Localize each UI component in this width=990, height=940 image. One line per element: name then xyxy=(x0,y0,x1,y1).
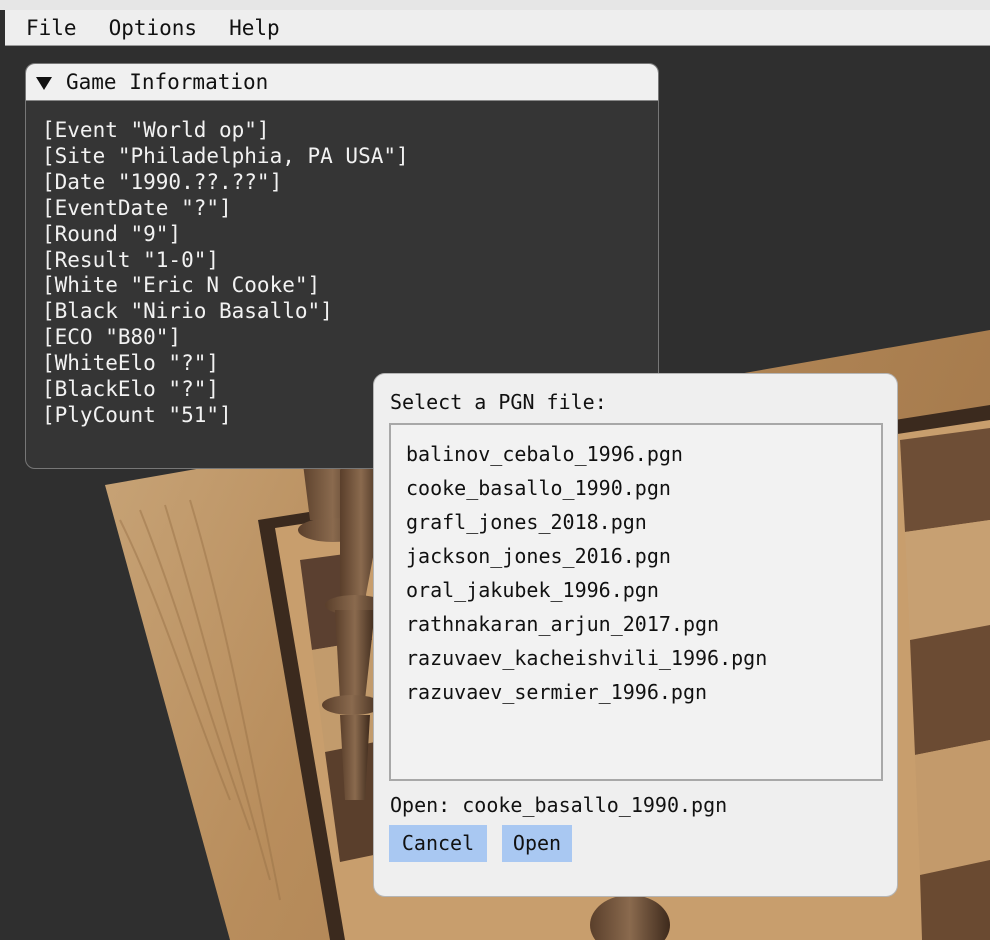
list-item[interactable]: razuvaev_kacheishvili_1996.pgn xyxy=(391,641,881,675)
list-item[interactable]: rathnakaran_arjun_2017.pgn xyxy=(391,607,881,641)
menu-help[interactable]: Help xyxy=(213,10,296,46)
cancel-button[interactable]: Cancel xyxy=(389,825,487,862)
pgn-tag-eco: [ECO "B80"] xyxy=(42,325,182,350)
pgn-tag-event: [Event "World op"] xyxy=(42,118,270,142)
pgn-tag-date: [Date "1990.??.??"] xyxy=(42,169,283,194)
pgn-file-dialog: Select a PGN file: balinov_cebalo_1996.p… xyxy=(373,373,898,897)
menu-options[interactable]: Options xyxy=(93,10,214,46)
menu-bar: File Options Help xyxy=(5,10,990,46)
list-item[interactable]: razuvaev_sermier_1996.pgn xyxy=(391,675,881,709)
pgn-tag-black: [Black "Nirio Basallo"] xyxy=(42,299,333,324)
pgn-tag-white: [White "Eric N Cooke"] xyxy=(42,273,321,298)
menu-file[interactable]: File xyxy=(5,10,93,46)
collapse-triangle-icon[interactable] xyxy=(36,76,52,90)
window-top-strip xyxy=(0,0,990,10)
list-item[interactable]: jackson_jones_2016.pgn xyxy=(391,539,881,573)
open-button[interactable]: Open xyxy=(502,825,572,862)
list-item[interactable]: grafl_jones_2018.pgn xyxy=(391,505,881,539)
pgn-tag-result: [Result "1-0"] xyxy=(42,247,220,272)
file-list[interactable]: balinov_cebalo_1996.pgn cooke_basallo_19… xyxy=(389,423,883,781)
selected-file-label: Open: cooke_basallo_1990.pgn xyxy=(390,793,728,817)
dialog-title: Select a PGN file: xyxy=(390,390,607,414)
pgn-tag-site: [Site "Philadelphia, PA USA"] xyxy=(42,143,409,168)
list-item[interactable]: oral_jakubek_1996.pgn xyxy=(391,573,881,607)
game-information-title: Game Information xyxy=(66,70,269,94)
list-item[interactable]: balinov_cebalo_1996.pgn xyxy=(391,437,881,471)
game-information-header[interactable]: Game Information xyxy=(26,64,658,101)
pgn-tag-round: [Round "9"] xyxy=(42,221,182,246)
list-item[interactable]: cooke_basallo_1990.pgn xyxy=(391,471,881,505)
pgn-tag-eventdate: [EventDate "?"] xyxy=(42,195,232,220)
